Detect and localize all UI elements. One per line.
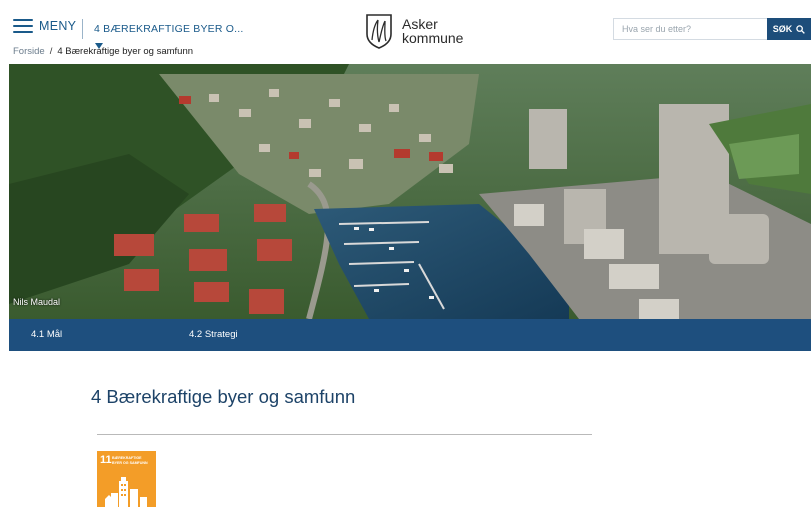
current-section-link[interactable]: 4 BÆREKRAFTIGE BYER O... (94, 23, 244, 35)
search-icon (796, 24, 806, 34)
header-divider (82, 19, 83, 39)
logo-text-kommune: kommune (402, 30, 464, 46)
search-input[interactable] (613, 18, 767, 40)
breadcrumb-home-link[interactable]: Forside (13, 46, 45, 57)
hamburger-icon (13, 19, 33, 33)
city-buildings-icon (105, 477, 147, 507)
search-bar: SØK (613, 18, 811, 40)
site-header: MENY 4 BÆREKRAFTIGE BYER O... Forside / … (9, 9, 811, 64)
aerial-harbor-illustration (9, 64, 811, 319)
logo-text-asker: Asker (402, 16, 438, 32)
subsection-tabs: 4.1 Mål 4.2 Strategi (9, 319, 811, 351)
tab-maal[interactable]: 4.1 Mål (31, 329, 62, 340)
hero-image: Nils Maudal (9, 64, 811, 319)
page-frame: MENY 4 BÆREKRAFTIGE BYER O... Forside / … (9, 9, 811, 507)
page-title: 4 Bærekraftige byer og samfunn (91, 386, 356, 407)
tab-strategi[interactable]: 4.2 Strategi (189, 329, 238, 340)
asker-crest-icon (366, 14, 392, 49)
breadcrumb-current: 4 Bærekraftige byer og samfunn (57, 46, 194, 57)
breadcrumb: Forside / 4 Bærekraftige byer og samfunn (13, 46, 193, 57)
menu-button[interactable]: MENY (13, 19, 76, 33)
breadcrumb-separator: / (49, 46, 53, 57)
site-logo[interactable]: Asker kommune (364, 12, 463, 50)
search-button[interactable]: SØK (767, 18, 811, 40)
divider (97, 434, 592, 435)
search-button-label: SØK (772, 24, 793, 34)
menu-label: MENY (39, 19, 77, 33)
sdg-11-badge: 11 BÆREKRAFTIGE BYER OG SAMFUNN (97, 451, 156, 507)
photo-credit: Nils Maudal (13, 297, 61, 307)
